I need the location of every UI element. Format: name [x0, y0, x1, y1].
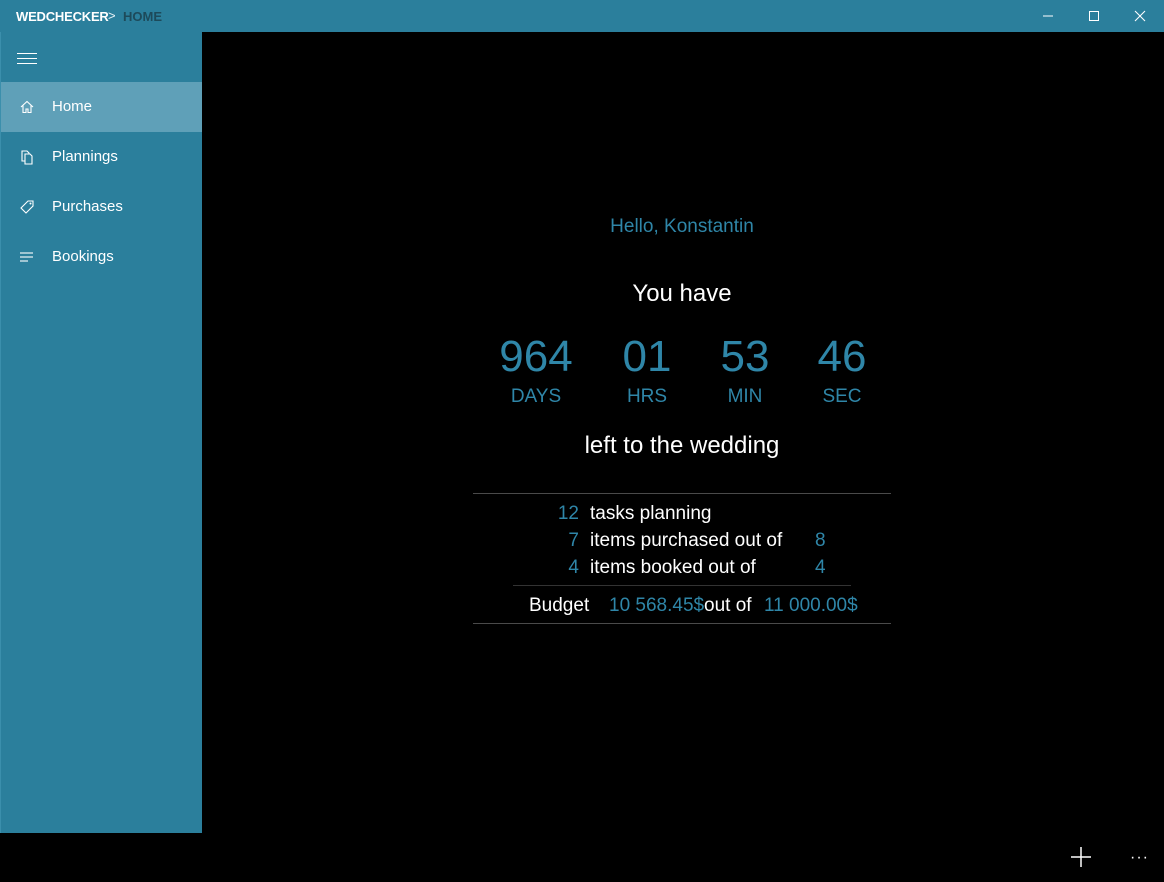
countdown-days: 964 DAYS	[481, 330, 591, 410]
tag-icon	[20, 200, 34, 214]
minimize-icon	[1043, 15, 1053, 17]
booked-label: items booked out of	[590, 557, 756, 578]
sidebar-item-purchases[interactable]: Purchases	[1, 182, 202, 232]
you-have-text: You have	[632, 280, 732, 307]
booked-total: 4	[815, 557, 826, 578]
hours-label: HRS	[626, 386, 668, 407]
countdown-minutes: 53 MIN	[690, 330, 800, 410]
title-bar: WEDCHECKER > HOME	[0, 0, 1164, 32]
countdown-seconds: 46 SEC	[787, 330, 897, 410]
sidebar: Home Plannings Purchases Bookings	[0, 32, 202, 833]
close-icon	[1134, 10, 1146, 22]
sidebar-item-label: Purchases	[52, 198, 123, 215]
sidebar-item-plannings[interactable]: Plannings	[1, 132, 202, 182]
minutes-value: 53	[720, 332, 770, 381]
greeting: Hello, Konstantin	[610, 216, 754, 237]
documents-icon	[21, 150, 33, 165]
seconds-label: SEC	[822, 386, 862, 407]
hours-value: 01	[622, 332, 672, 381]
budget-spent: 10 568.45$	[609, 595, 705, 616]
maximize-icon	[1089, 11, 1099, 21]
countdown-hours: 01 HRS	[592, 330, 702, 410]
divider-top	[473, 493, 891, 494]
add-button[interactable]	[1070, 846, 1092, 868]
sidebar-item-label: Home	[52, 98, 93, 115]
tasks-count: 12	[557, 503, 579, 524]
left-to-wedding-text: left to the wedding	[584, 432, 780, 459]
ellipsis-icon: ···	[1130, 849, 1149, 866]
budget-label: Budget	[529, 595, 590, 616]
purchased-label: items purchased out of	[590, 530, 783, 551]
sidebar-item-label: Plannings	[52, 148, 118, 165]
close-button[interactable]	[1117, 0, 1163, 32]
plus-icon	[1071, 847, 1091, 867]
minimize-button[interactable]	[1025, 0, 1071, 32]
app-title: WEDCHECKER	[16, 9, 109, 24]
more-options-button[interactable]: ···	[1130, 849, 1149, 867]
days-value: 964	[499, 332, 573, 381]
purchased-count: 7	[568, 530, 579, 551]
days-label: DAYS	[510, 386, 562, 407]
tasks-label: tasks planning	[590, 503, 712, 524]
sidebar-item-label: Bookings	[52, 248, 114, 265]
budget-out-of: out of	[704, 595, 752, 616]
maximize-button[interactable]	[1071, 0, 1117, 32]
hamburger-menu-icon[interactable]	[17, 49, 39, 65]
purchased-total: 8	[815, 530, 826, 551]
seconds-value: 46	[817, 332, 867, 381]
list-icon	[20, 252, 33, 262]
budget-total: 11 000.00$	[764, 595, 858, 616]
minutes-label: MIN	[727, 386, 763, 407]
home-icon	[20, 100, 34, 114]
sidebar-item-home[interactable]: Home	[1, 82, 202, 132]
breadcrumb-page: HOME	[123, 9, 162, 24]
divider-middle	[513, 585, 851, 586]
divider-bottom	[473, 623, 891, 624]
sidebar-item-bookings[interactable]: Bookings	[1, 232, 202, 282]
breadcrumb-separator: >	[108, 8, 116, 23]
booked-count: 4	[568, 557, 579, 578]
